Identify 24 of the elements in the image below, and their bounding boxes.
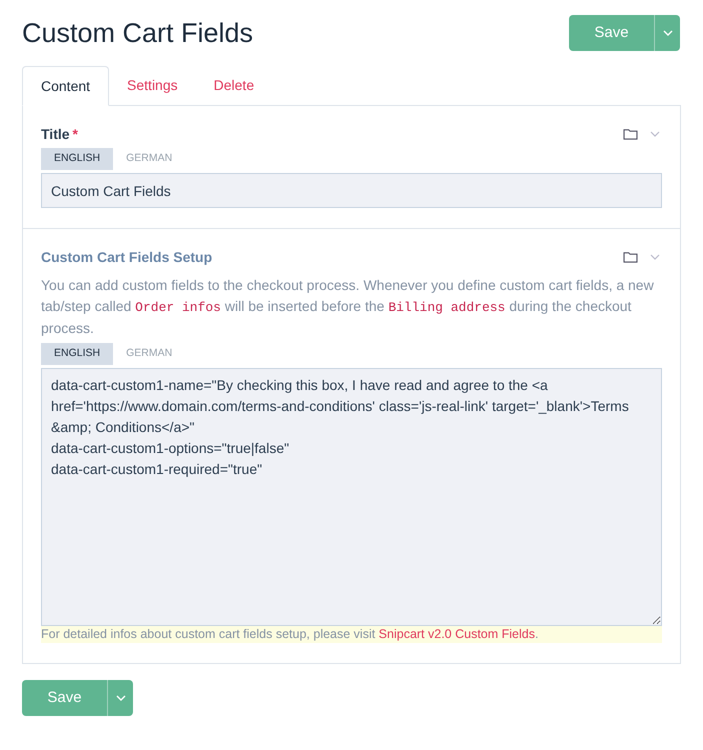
tab[interactable]: Content [22, 66, 110, 106]
dropdown-caret-icon[interactable] [654, 15, 680, 51]
tab[interactable]: Delete [196, 65, 272, 105]
field-description: You can add custom fields to the checkout process. Whenever you define custom cart fields, a new tab/step called Order infos will be inserted before the Billing address during the checkout process. [41, 276, 655, 338]
language-tab[interactable]: GERMAN [113, 148, 186, 170]
documentation-link[interactable]: Snipcart v2.0 Custom Fields [378, 627, 535, 641]
field-label: Custom Cart Fields Setup [41, 248, 212, 267]
chevron-down-icon[interactable] [650, 254, 660, 260]
save-button[interactable]: Save [22, 680, 107, 716]
text-area[interactable]: data-cart-custom1-name="By checking this box, I have read and agree to the <a href='https://www.domain.com/terms-and-conditions' class='js-real-link' target='_blank'>Terms &amp; Conditions</a>" data-cart-custom1-options="true|false" data-cart-custom1-required="true" [41, 368, 662, 626]
language-tab[interactable]: ENGLISH [41, 148, 114, 170]
field-label: Title [41, 124, 70, 144]
chevron-down-icon[interactable] [650, 131, 660, 137]
language-tab[interactable]: ENGLISH [41, 343, 114, 365]
dropdown-caret-icon[interactable] [107, 680, 133, 716]
page-title: Custom Cart Fields [22, 17, 254, 50]
save-button[interactable]: Save [569, 15, 654, 51]
input-field[interactable]: Custom Cart Fields [41, 173, 662, 208]
tab[interactable]: Settings [109, 65, 196, 105]
help-note: For detailed infos about custom cart fields setup, please visit Snipcart v2.0 Custom Fields. [41, 626, 662, 643]
required-asterisk: * [72, 124, 78, 144]
folder-icon[interactable] [623, 128, 638, 140]
folder-icon[interactable] [623, 251, 638, 263]
language-tab[interactable]: GERMAN [113, 343, 186, 365]
